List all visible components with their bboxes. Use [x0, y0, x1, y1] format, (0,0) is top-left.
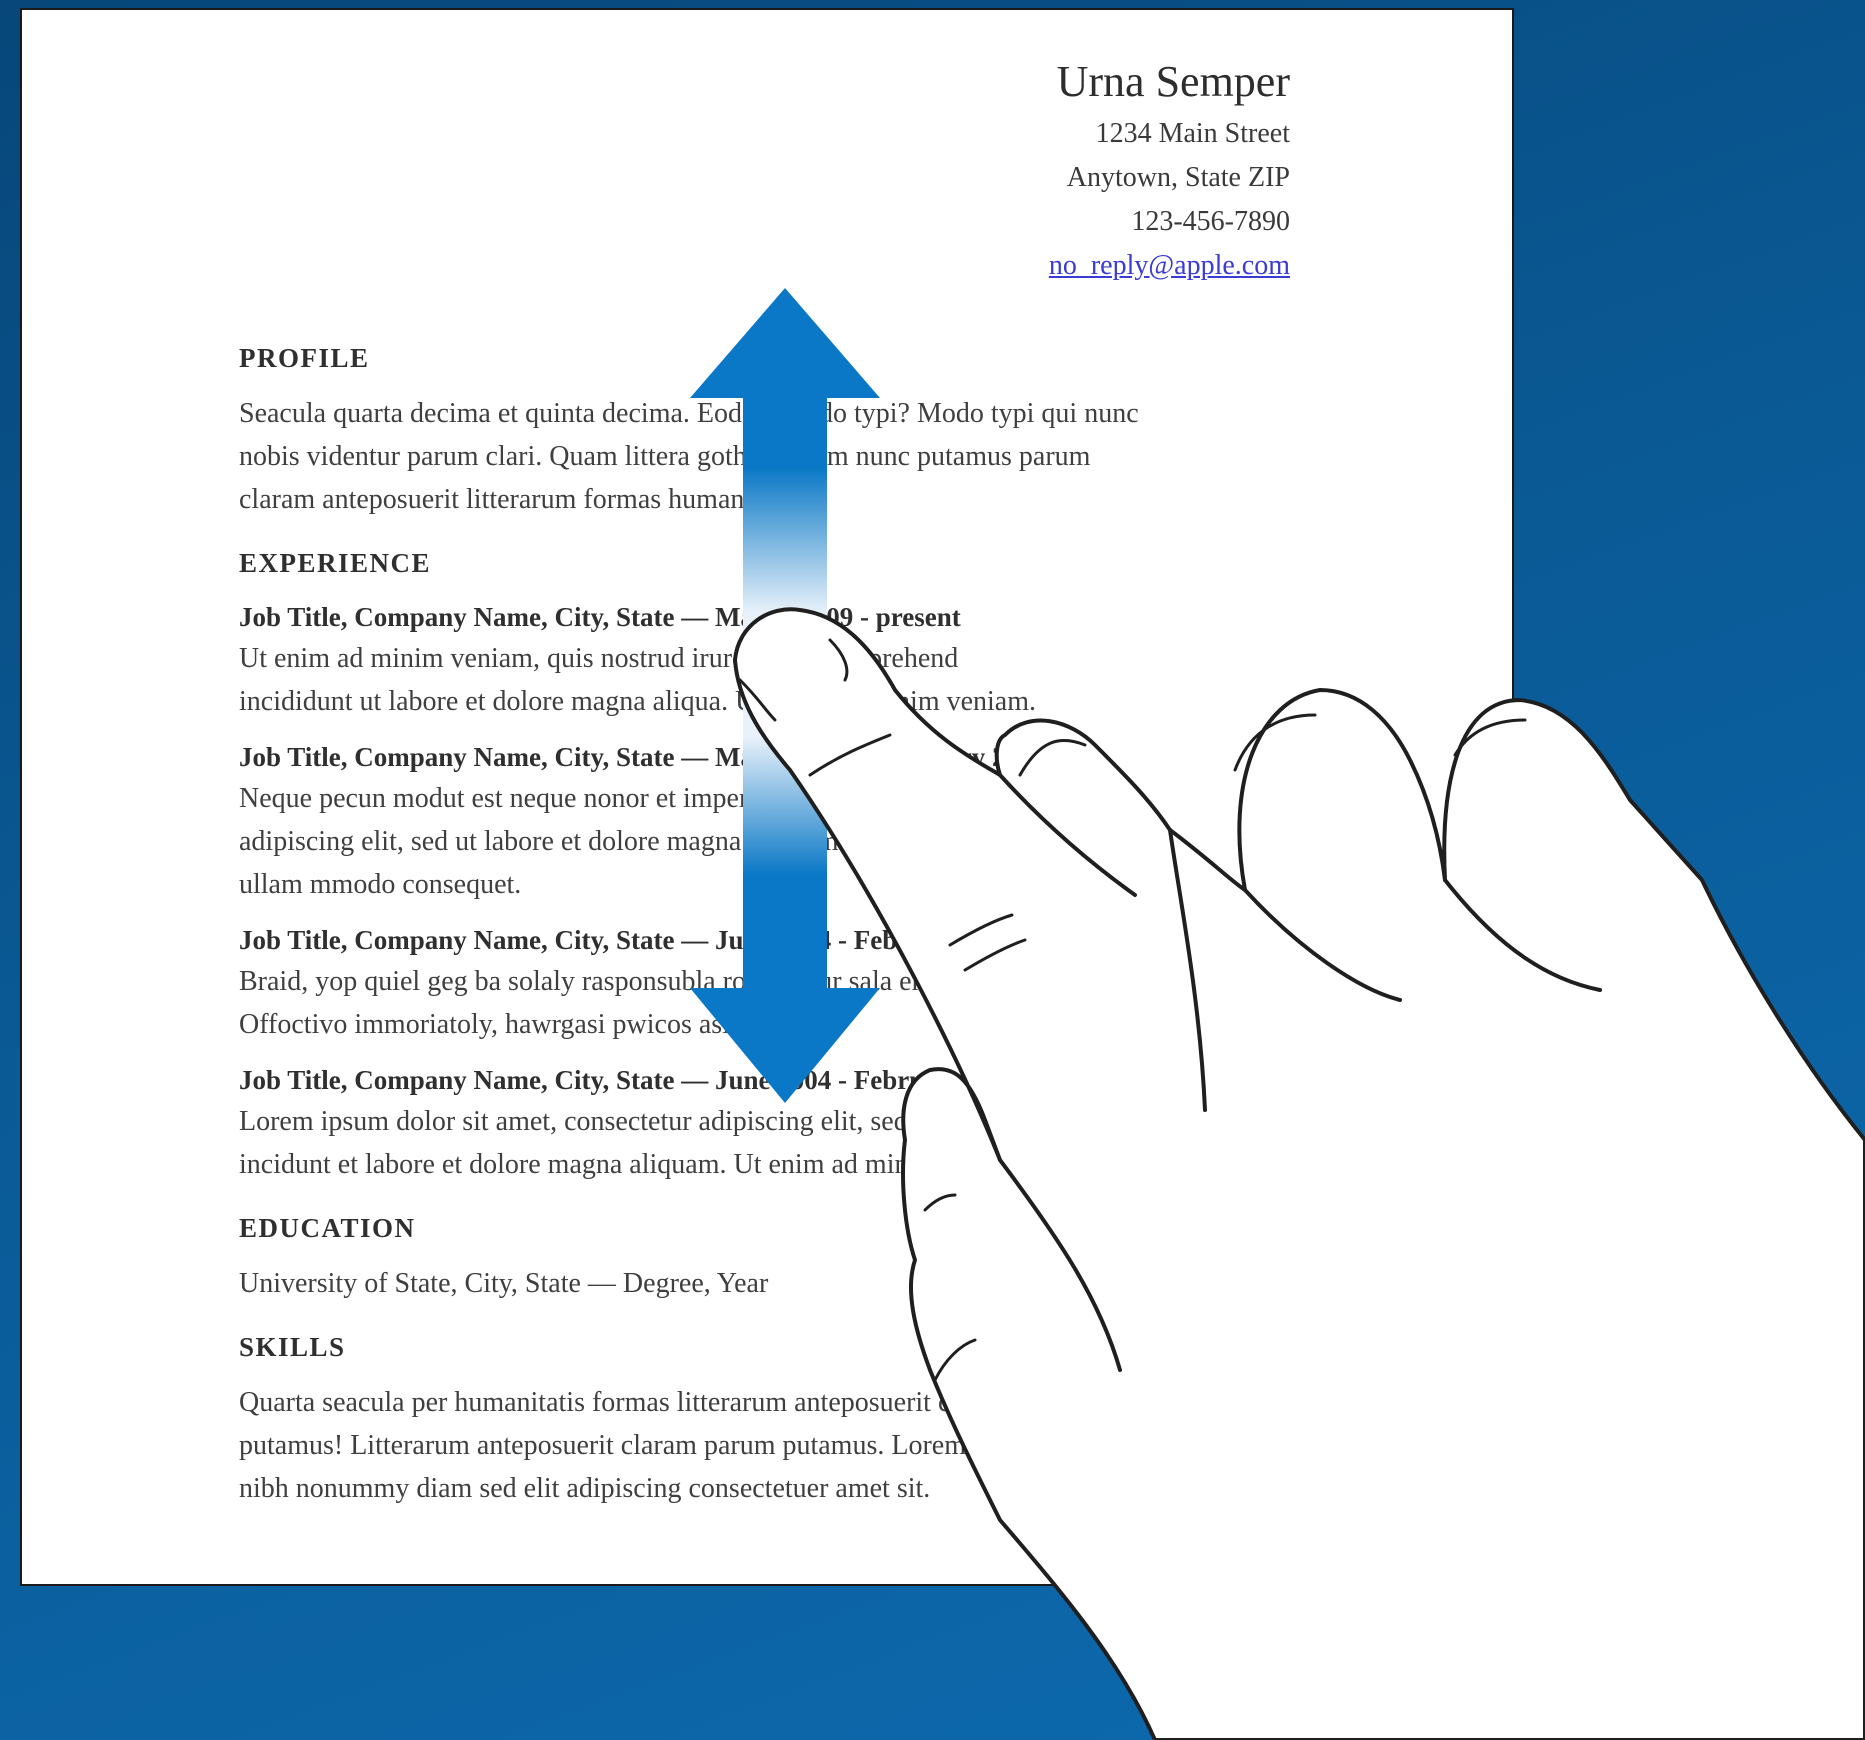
hand-gesture-icon [733, 607, 1865, 1740]
gesture-overlay [690, 288, 1865, 1740]
